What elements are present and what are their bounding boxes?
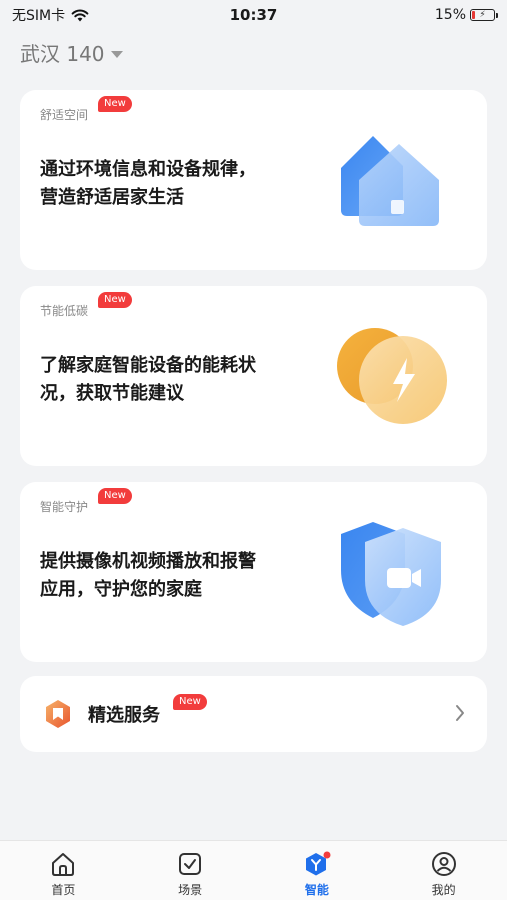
card-comfort-space[interactable]: 舒适空间 New 通过环境信息和设备规律，营造舒适居家生活	[20, 90, 487, 270]
new-badge: New	[98, 292, 132, 308]
chevron-right-icon	[456, 705, 464, 721]
service-logo-icon	[46, 700, 70, 728]
house-icon	[341, 136, 439, 226]
card-tag: 节能低碳	[40, 304, 89, 318]
status-right: 15% ⚡	[434, 7, 498, 23]
status-left: 无SIM卡	[12, 5, 89, 25]
checkbox-icon	[179, 853, 202, 875]
smart-hexagon-icon	[305, 851, 331, 876]
card-energy-saving[interactable]: 节能低碳 New 了解家庭智能设备的能耗状况，获取节能建议	[20, 286, 487, 466]
new-badge: New	[173, 694, 207, 710]
home-icon	[52, 853, 75, 876]
card-description: 提供摄像机视频播放和报警应用，守护您的家庭	[40, 551, 256, 600]
shield-camera-icon	[341, 522, 441, 626]
featured-services-row[interactable]: 精选服务 New	[20, 676, 487, 752]
card-smart-guard[interactable]: 智能守护 New 提供摄像机视频播放和报警应用，守护您的家庭	[20, 482, 487, 662]
user-icon	[431, 852, 456, 876]
tab-scenes[interactable]: 场景	[127, 841, 254, 900]
status-bar: 无SIM卡 10:37 15% ⚡	[0, 0, 507, 30]
tab-profile[interactable]: 我的	[380, 841, 507, 900]
home-selector[interactable]: 武汉 140	[20, 38, 123, 67]
battery-icon: ⚡	[470, 9, 498, 21]
battery-percent: 15%	[434, 7, 466, 23]
carrier-text: 无SIM卡	[12, 8, 66, 24]
tab-label: 首页	[51, 883, 76, 897]
card-description: 了解家庭智能设备的能耗状况，获取节能建议	[40, 355, 256, 404]
tab-home[interactable]: 首页	[0, 841, 127, 900]
tab-label: 智能	[304, 883, 329, 897]
card-tag: 舒适空间	[40, 108, 89, 122]
tab-label: 场景	[178, 883, 203, 897]
home-title-text: 武汉 140	[20, 42, 105, 66]
new-badge: New	[98, 488, 132, 504]
tab-label: 我的	[431, 883, 456, 897]
service-label: 精选服务	[88, 705, 160, 726]
card-description: 通过环境信息和设备规律，营造舒适居家生活	[40, 159, 256, 208]
card-tag: 智能守护	[40, 500, 89, 514]
lightning-icon	[337, 328, 447, 424]
caret-down-icon	[110, 50, 123, 58]
clock-text: 10:37	[229, 6, 278, 24]
bottom-tab-bar: 首页 场景 智能 我的	[0, 840, 507, 900]
wifi-icon	[71, 9, 89, 21]
tab-smart[interactable]: 智能	[254, 841, 381, 900]
new-badge: New	[98, 96, 132, 112]
